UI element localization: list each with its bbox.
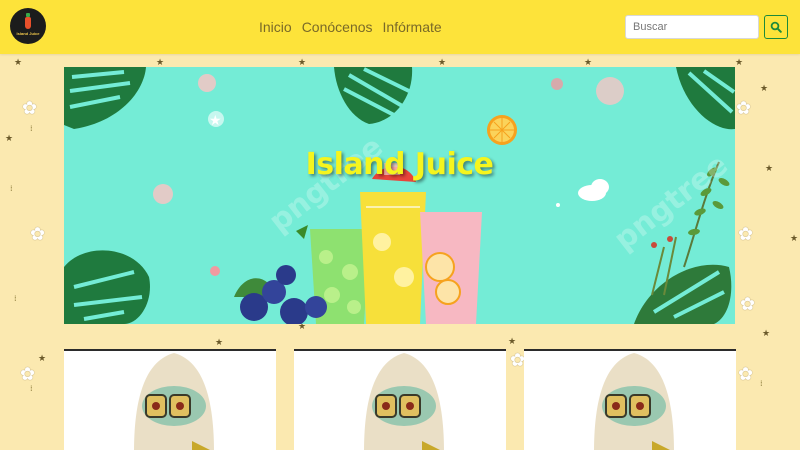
dots-decoration: ⁞: [10, 184, 12, 193]
card-image: [64, 351, 276, 450]
popcorn-icon: ✿: [738, 364, 754, 385]
popcorn-icon: ✿: [30, 224, 46, 245]
star-icon: ★: [762, 329, 771, 339]
star-icon: ★: [508, 337, 517, 347]
star-icon: ★: [5, 134, 14, 144]
star-icon: ★: [38, 354, 47, 364]
dots-decoration: ⁞: [760, 379, 762, 388]
star-icon: ★: [765, 164, 774, 174]
hero-title: Island Juice: [305, 147, 494, 182]
navbar: Island Juice Inicio Conócenos Infórmate: [0, 0, 800, 54]
popcorn-icon: ✿: [20, 364, 36, 385]
hero-illustration: ★: [64, 67, 735, 324]
card-image: [524, 351, 736, 450]
orange-slice: [487, 115, 517, 145]
card-image: [294, 351, 506, 450]
cloud: [556, 179, 609, 207]
dots-decoration: ⁞: [30, 384, 32, 393]
popcorn-icon: ✿: [740, 294, 756, 315]
dots-decoration: ⁞: [14, 294, 16, 303]
svg-text:★: ★: [209, 112, 222, 128]
dots-decoration: ⁞: [30, 124, 32, 133]
popcorn-icon: ✿: [510, 350, 526, 371]
yellow-drink: [360, 163, 426, 324]
search-icon: [770, 21, 782, 33]
nav-links: Inicio Conócenos Infórmate: [259, 19, 442, 35]
monstera-leaf-top-center: [334, 67, 413, 124]
star-icon: ★: [760, 84, 769, 94]
star-icon: ★: [735, 58, 744, 68]
logo-text: Island Juice: [16, 30, 40, 36]
star-icon: ★: [215, 338, 224, 348]
brand-logo[interactable]: Island Juice: [10, 8, 46, 44]
pink-drink: [420, 212, 482, 324]
monstera-leaf-top-left: [64, 67, 146, 129]
juice-bottle-icon: [25, 12, 31, 29]
popcorn-icon: ✿: [738, 224, 754, 245]
popcorn-icon: ✿: [22, 98, 38, 119]
search-button[interactable]: [764, 15, 788, 39]
nav-link-inicio[interactable]: Inicio: [259, 19, 292, 35]
product-card[interactable]: [64, 349, 276, 450]
nav-link-informate[interactable]: Infórmate: [383, 19, 442, 35]
monstera-leaf-bottom-left: [64, 250, 150, 324]
search-input[interactable]: [625, 15, 759, 39]
product-card[interactable]: [294, 349, 506, 450]
star-icon: ★: [790, 234, 799, 244]
star-icon: ★: [14, 58, 23, 68]
hero-banner: ★ pngtree pngtree Island Juice: [64, 67, 735, 324]
nav-link-conocenos[interactable]: Conócenos: [302, 19, 373, 35]
monstera-leaf-bottom-right: [634, 264, 732, 324]
product-card[interactable]: [524, 349, 736, 450]
popcorn-icon: ✿: [736, 98, 752, 119]
monstera-leaf-top-right: [676, 67, 735, 130]
